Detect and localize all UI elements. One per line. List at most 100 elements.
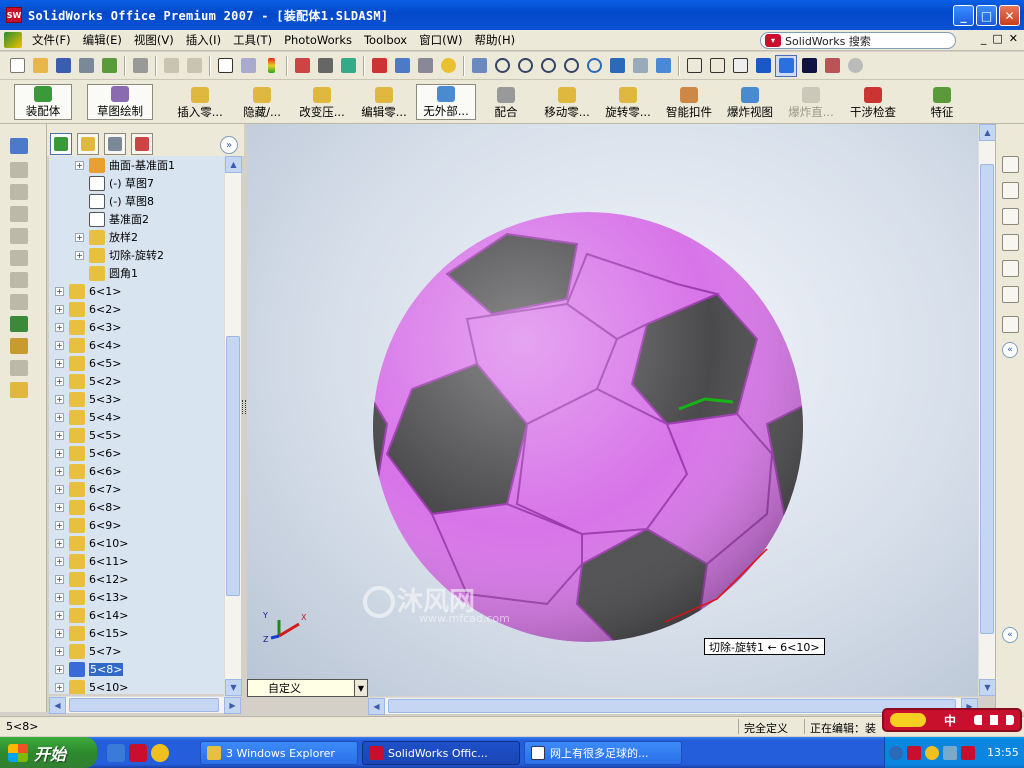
tree-item[interactable]: 圆角1 xyxy=(75,264,138,282)
maximize-button[interactable]: □ xyxy=(976,5,997,26)
tree-item[interactable]: +6<3> xyxy=(55,318,121,336)
tree-item[interactable]: +6<7> xyxy=(55,480,121,498)
display-manager-tab[interactable] xyxy=(131,133,153,155)
task-solidworks[interactable]: SolidWorks Offic... xyxy=(362,741,520,765)
tree-item[interactable]: + 曲面-基准面1 xyxy=(75,156,175,174)
tool-icon-10[interactable] xyxy=(10,338,28,354)
tree-horizontal-scrollbar[interactable]: ◀ ▶ xyxy=(49,696,241,714)
tree-item[interactable]: +5<4> xyxy=(55,408,121,426)
tree-scroll-left-icon[interactable]: ◀ xyxy=(49,697,66,714)
ie-quicklaunch-icon[interactable] xyxy=(107,743,125,762)
tree-expand-icon[interactable]: + xyxy=(75,232,84,242)
view-hscroll-thumb[interactable] xyxy=(388,699,956,713)
tree-scroll-right-icon[interactable]: ▶ xyxy=(224,697,241,714)
tree-expand-icon[interactable]: + xyxy=(55,574,64,584)
task-web-page[interactable]: 网上有很多足球的... xyxy=(524,741,682,765)
cmd-edit-component[interactable]: 编辑零... xyxy=(355,84,413,120)
menu-edit[interactable]: 编辑(E) xyxy=(77,32,128,48)
solidworks-app-icon[interactable]: SW xyxy=(6,7,22,23)
tree-item[interactable]: +5<2> xyxy=(55,372,121,390)
tree-vertical-scrollbar[interactable]: ▲ ▼ xyxy=(224,156,242,696)
printer-icon[interactable] xyxy=(129,55,151,77)
cmd-interference-check[interactable]: 干涉检查 xyxy=(847,84,899,120)
tree-expand-icon[interactable]: + xyxy=(55,394,64,404)
3d-sketch-icon[interactable] xyxy=(10,138,28,154)
tree-item[interactable]: (-) 草图8 xyxy=(75,192,154,210)
zoom-to-fit-icon[interactable] xyxy=(491,55,513,77)
tree-expand-icon[interactable]: + xyxy=(55,646,64,656)
menu-help[interactable]: 帮助(H) xyxy=(468,32,521,48)
tree-expand-icon[interactable]: + xyxy=(75,250,84,260)
expand-pane-icon[interactable]: « xyxy=(1002,627,1018,643)
save-icon[interactable] xyxy=(52,55,74,77)
shadows-icon[interactable] xyxy=(798,55,820,77)
tree-expand-icon[interactable]: + xyxy=(55,430,64,440)
cmd-exploded-view[interactable]: 爆炸视图 xyxy=(724,84,776,120)
tree-item[interactable]: +6<6> xyxy=(55,462,121,480)
minimize-button[interactable]: _ xyxy=(953,5,974,26)
tree-scroll-up-icon[interactable]: ▲ xyxy=(225,156,242,173)
zoom-selection-icon[interactable] xyxy=(560,55,582,77)
tree-item[interactable]: 基准面2 xyxy=(75,210,149,228)
ime-tools-icon[interactable] xyxy=(973,715,1014,725)
tree-expand-icon[interactable]: + xyxy=(55,340,64,350)
wireframe-icon[interactable] xyxy=(683,55,705,77)
tree-item[interactable]: +6<14> xyxy=(55,606,128,624)
tree-item[interactable]: +5<10> xyxy=(55,678,128,694)
view-scroll-up-icon[interactable]: ▲ xyxy=(979,124,996,141)
configuration-dropdown[interactable]: 自定义 ▼ xyxy=(247,679,368,697)
new-icon[interactable] xyxy=(6,55,28,77)
tree-item[interactable]: +6<2> xyxy=(55,300,121,318)
photoworks-icon[interactable] xyxy=(844,55,866,77)
tree-expand-icon[interactable]: + xyxy=(55,610,64,620)
tree-item[interactable]: +6<1> xyxy=(55,282,121,300)
home-icon[interactable] xyxy=(1002,182,1019,199)
doc-close-button[interactable]: ✕ xyxy=(1009,32,1018,45)
tray-qq-icon[interactable] xyxy=(925,745,939,760)
tree-expand-icon[interactable]: + xyxy=(55,538,64,548)
qq-quicklaunch-icon[interactable] xyxy=(151,743,169,762)
tree-expand-icon[interactable]: + xyxy=(55,358,64,368)
tree-item[interactable]: +6<4> xyxy=(55,336,121,354)
tree-item[interactable]: +5<8> xyxy=(55,660,124,678)
tree-hscroll-thumb[interactable] xyxy=(69,698,219,712)
app-quicklaunch-icon[interactable] xyxy=(129,743,147,762)
tree-item[interactable]: (-) 草图7 xyxy=(75,174,154,192)
tree-expand-icon[interactable]: + xyxy=(55,448,64,458)
cmd-rotate-component[interactable]: 旋转零... xyxy=(599,84,657,120)
tree-expand-icon[interactable]: + xyxy=(55,412,64,422)
options-icon[interactable] xyxy=(98,55,120,77)
tool-icon-12[interactable] xyxy=(10,382,28,398)
resources-icon[interactable] xyxy=(1002,156,1019,173)
tool-icon-9[interactable] xyxy=(10,316,28,332)
tree-item[interactable]: +5<7> xyxy=(55,642,121,660)
menu-view[interactable]: 视图(V) xyxy=(128,32,180,48)
task-windows-explorer[interactable]: 3 Windows Explorer xyxy=(200,741,358,765)
tree-item[interactable]: +5<3> xyxy=(55,390,121,408)
close-button[interactable]: ✕ xyxy=(999,5,1020,26)
appearances-icon[interactable] xyxy=(1002,316,1019,333)
tool-icon-11[interactable] xyxy=(10,360,28,376)
tree-expand-icon[interactable]: + xyxy=(55,556,64,566)
tool-icon-8[interactable] xyxy=(10,294,28,310)
rotate-icon[interactable] xyxy=(583,55,605,77)
cmd-no-external-refs[interactable]: 无外部... xyxy=(416,84,476,120)
menu-toolbox[interactable]: Toolbox xyxy=(358,33,413,47)
property-manager-tab[interactable] xyxy=(77,133,99,155)
tool-icon-6[interactable] xyxy=(10,250,28,266)
tree-item[interactable]: +6<15> xyxy=(55,624,128,642)
menu-photoworks[interactable]: PhotoWorks xyxy=(278,33,358,47)
tree-item[interactable]: +5<5> xyxy=(55,426,121,444)
tree-expand-icon[interactable]: + xyxy=(55,592,64,602)
feature-tree-tab[interactable] xyxy=(50,133,72,155)
tree-item[interactable]: +6<13> xyxy=(55,588,128,606)
configuration-tab[interactable] xyxy=(104,133,126,155)
tray-app-icon-1[interactable] xyxy=(907,745,921,760)
tree-item[interactable]: +6<8> xyxy=(55,498,121,516)
cmd-insert-component[interactable]: 插入零... xyxy=(171,84,229,120)
view-palette-icon[interactable] xyxy=(1002,260,1019,277)
grid-icon[interactable] xyxy=(291,55,313,77)
tool-icon-7[interactable] xyxy=(10,272,28,288)
print-icon[interactable] xyxy=(75,55,97,77)
cmd-change-suppression[interactable]: 改变压... xyxy=(294,84,350,120)
